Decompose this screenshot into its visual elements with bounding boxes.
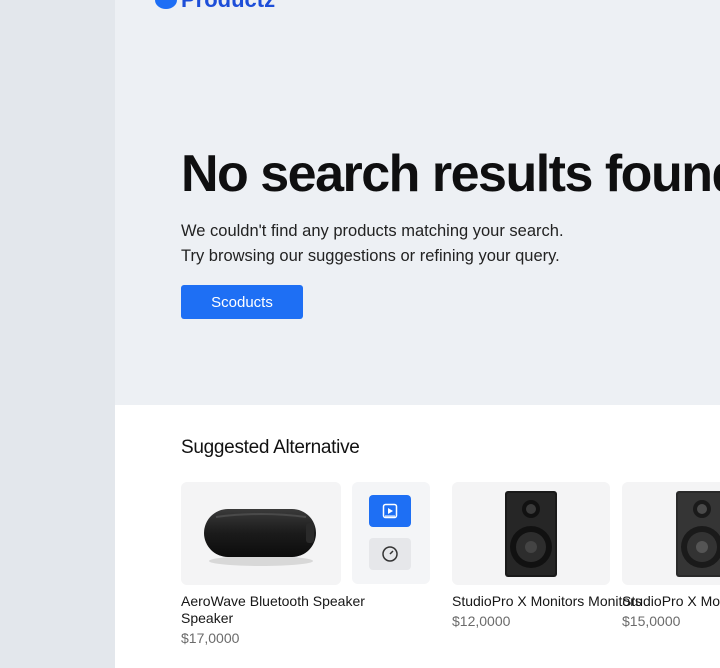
product-name[interactable]: StudioPro X Monitors Speaker (622, 593, 720, 610)
studio-monitor-icon (505, 490, 557, 577)
quick-actions-panel (352, 482, 430, 584)
product-name[interactable]: AeroWave Bluetooth Speaker Speaker (181, 593, 381, 627)
brand-name: Productz (181, 0, 275, 11)
gauge-icon (382, 546, 398, 562)
empty-state-message: We couldn't find any products matching y… (181, 219, 701, 269)
studio-monitor-icon (676, 490, 720, 577)
product-image[interactable] (181, 482, 341, 585)
message-line-1: We couldn't find any products matching y… (181, 222, 564, 240)
play-icon (382, 503, 398, 519)
preview-button[interactable] (369, 495, 411, 527)
compare-button[interactable] (369, 538, 411, 570)
message-line-2: Try browsing our suggestions or refining… (181, 247, 560, 265)
product-price: $17,0000 (181, 630, 240, 646)
brand-logo-icon (155, 0, 177, 9)
product-card[interactable]: AeroWave Bluetooth Speaker Speaker $17,0… (181, 482, 381, 646)
bluetooth-speaker-icon (204, 508, 316, 566)
browse-products-button[interactable]: Scoducts (181, 285, 303, 319)
brand-logo[interactable]: Productz (155, 0, 275, 11)
product-image[interactable] (622, 482, 720, 585)
suggested-section: Suggested Alternative AeroWave Bluetooth… (115, 405, 720, 668)
left-rail (0, 0, 115, 668)
product-image[interactable] (452, 482, 610, 585)
section-title: Suggested Alternative (181, 437, 360, 458)
page-title: No search results found (181, 145, 720, 203)
product-price: $15,0000 (622, 613, 681, 629)
hero-section: Productz No search results found We coul… (115, 0, 720, 405)
product-card[interactable]: StudioPro X Monitors Speaker $15,0000 (622, 482, 720, 629)
